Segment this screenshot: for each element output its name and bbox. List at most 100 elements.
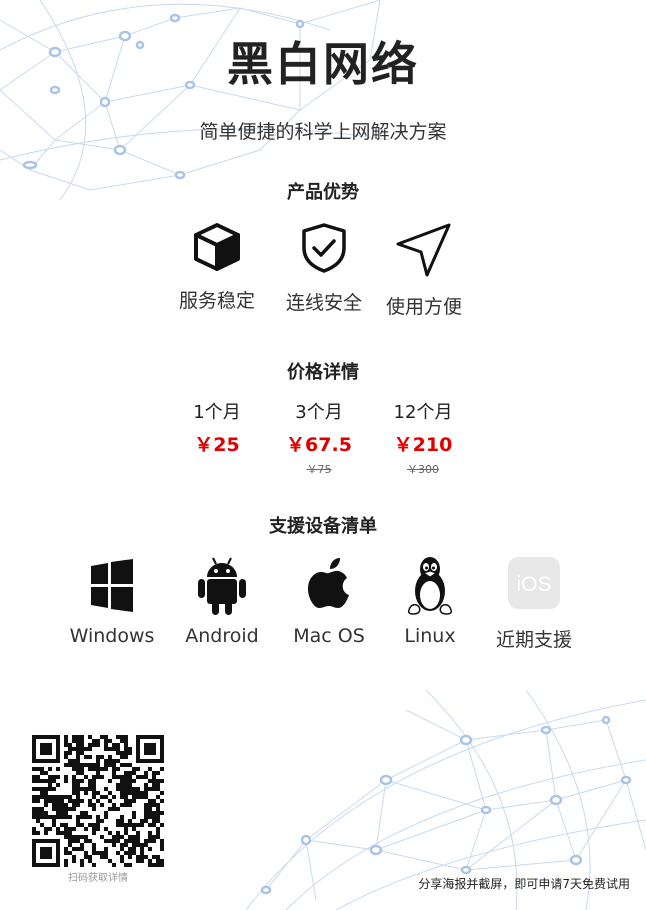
advantage-label: 连线安全 bbox=[285, 292, 362, 314]
qr-module bbox=[152, 863, 156, 867]
qr-module bbox=[64, 851, 68, 855]
qr-module bbox=[148, 799, 152, 803]
qr-module bbox=[112, 835, 116, 839]
qr-module bbox=[92, 791, 96, 795]
qr-module bbox=[152, 811, 156, 815]
qr-module bbox=[64, 863, 68, 867]
qr-module bbox=[72, 855, 76, 859]
qr-module bbox=[92, 851, 96, 855]
advantage-item-secure: 连线安全 bbox=[269, 222, 379, 315]
qr-module bbox=[92, 843, 96, 847]
qr-module bbox=[100, 775, 104, 779]
qr-module bbox=[144, 815, 148, 819]
qr-module bbox=[64, 827, 68, 831]
qr-module bbox=[128, 819, 132, 823]
qr-module bbox=[88, 815, 92, 819]
qr-module bbox=[64, 811, 68, 815]
ios-icon-text: iOS bbox=[516, 573, 551, 596]
qr-module bbox=[32, 799, 36, 803]
qr-module bbox=[128, 751, 132, 755]
qr-module bbox=[40, 795, 44, 799]
qr-module bbox=[80, 763, 84, 767]
qr-module bbox=[92, 823, 96, 827]
qr-module bbox=[100, 735, 104, 739]
qr-module bbox=[100, 803, 104, 807]
qr-module bbox=[132, 791, 136, 795]
qr-module bbox=[136, 787, 140, 791]
qr-module bbox=[92, 767, 96, 771]
qr-module bbox=[60, 811, 64, 815]
qr-module bbox=[64, 751, 68, 755]
qr-module bbox=[124, 755, 128, 759]
qr-module bbox=[76, 771, 80, 775]
qr-module bbox=[96, 743, 100, 747]
devices-heading: 支援设备清单 bbox=[269, 516, 377, 537]
apple-icon bbox=[308, 558, 349, 608]
qr-module bbox=[120, 783, 124, 787]
qr-module bbox=[144, 787, 148, 791]
qr-module bbox=[104, 847, 108, 851]
qr-module bbox=[148, 787, 152, 791]
qr-module bbox=[128, 799, 132, 803]
pricing-heading: 价格详情 bbox=[287, 362, 359, 383]
qr-module bbox=[140, 851, 144, 855]
qr-module bbox=[156, 815, 160, 819]
qr-module bbox=[88, 855, 92, 859]
qr-module bbox=[148, 815, 152, 819]
qr-module bbox=[124, 787, 128, 791]
qr-module bbox=[96, 775, 100, 779]
qr-module bbox=[156, 831, 160, 835]
qr-module bbox=[116, 851, 120, 855]
qr-module bbox=[44, 799, 48, 803]
qr-module bbox=[108, 791, 112, 795]
qr-module bbox=[140, 843, 144, 847]
qr-module bbox=[108, 763, 112, 767]
qr-module bbox=[48, 795, 52, 799]
qr-module bbox=[120, 819, 124, 823]
qr-module bbox=[44, 811, 48, 815]
advantage-item-convenient: 使用方便 bbox=[369, 222, 479, 319]
qr-module bbox=[108, 859, 112, 863]
qr-module bbox=[116, 819, 120, 823]
qr-module bbox=[152, 835, 156, 839]
qr-module bbox=[104, 855, 108, 859]
qr-module bbox=[88, 823, 92, 827]
qr-module bbox=[116, 759, 120, 763]
qr-module bbox=[156, 859, 160, 863]
qr-module bbox=[80, 859, 84, 863]
qr-module bbox=[156, 771, 160, 775]
qr-module bbox=[148, 767, 152, 771]
shield-check-icon bbox=[302, 223, 346, 273]
qr-module bbox=[152, 783, 156, 787]
qr-module bbox=[64, 795, 68, 799]
qr-module bbox=[120, 739, 124, 743]
qr-module bbox=[40, 791, 44, 795]
qr-module bbox=[128, 791, 132, 795]
qr-module bbox=[120, 823, 124, 827]
qr-module bbox=[64, 775, 68, 779]
qr-module bbox=[148, 859, 152, 863]
qr-module bbox=[72, 827, 76, 831]
qr-module bbox=[148, 863, 152, 867]
plan-price: ￥25 bbox=[194, 434, 240, 456]
qr-module bbox=[116, 839, 120, 843]
device-label: Windows bbox=[69, 625, 155, 647]
qr-module bbox=[160, 847, 164, 851]
qr-module bbox=[40, 779, 44, 783]
qr-module bbox=[160, 859, 164, 863]
qr-module bbox=[124, 799, 128, 803]
qr-module bbox=[76, 823, 80, 827]
qr-module bbox=[144, 795, 148, 799]
qr-module bbox=[144, 819, 148, 823]
qr-module bbox=[68, 743, 72, 747]
qr-module bbox=[128, 835, 132, 839]
qr-module bbox=[148, 839, 152, 843]
qr-module bbox=[52, 807, 56, 811]
qr-module bbox=[116, 775, 120, 779]
qr-module bbox=[60, 795, 64, 799]
qr-module bbox=[40, 787, 44, 791]
qr-module bbox=[92, 775, 96, 779]
qr-module bbox=[144, 791, 148, 795]
qr-module bbox=[140, 791, 144, 795]
qr-module bbox=[160, 791, 164, 795]
